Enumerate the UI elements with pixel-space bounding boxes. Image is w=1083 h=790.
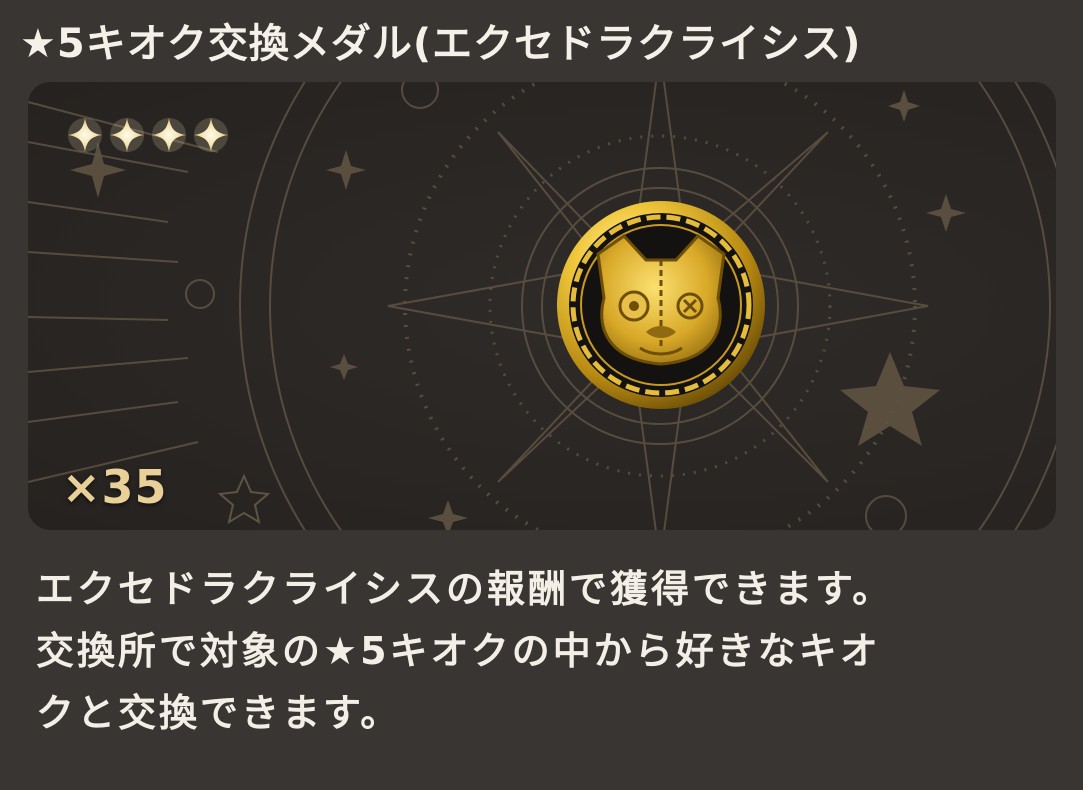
- item-description: エクセドラクライシスの報酬で獲得できます。 交換所で対象の★5キオクの中から好き…: [36, 558, 1046, 744]
- description-line: クと交換できます。: [36, 691, 402, 735]
- rarity-star-icon: [151, 117, 187, 153]
- rarity-star-icon: [67, 117, 103, 153]
- rarity-star-icon: [193, 117, 229, 153]
- description-line: エクセドラクライシスの報酬で獲得できます。: [36, 567, 894, 611]
- item-title: ★5キオク交換メダル(エクセドラクライシス): [20, 21, 862, 67]
- item-preview-panel: ×35: [28, 82, 1056, 530]
- description-line: 交換所で対象の★5キオクの中から好きなキオ: [36, 629, 881, 673]
- rarity-stars: [66, 116, 230, 154]
- medal-cat-face-icon: [557, 201, 765, 409]
- rarity-star-icon: [109, 117, 145, 153]
- item-quantity: ×35: [62, 460, 168, 514]
